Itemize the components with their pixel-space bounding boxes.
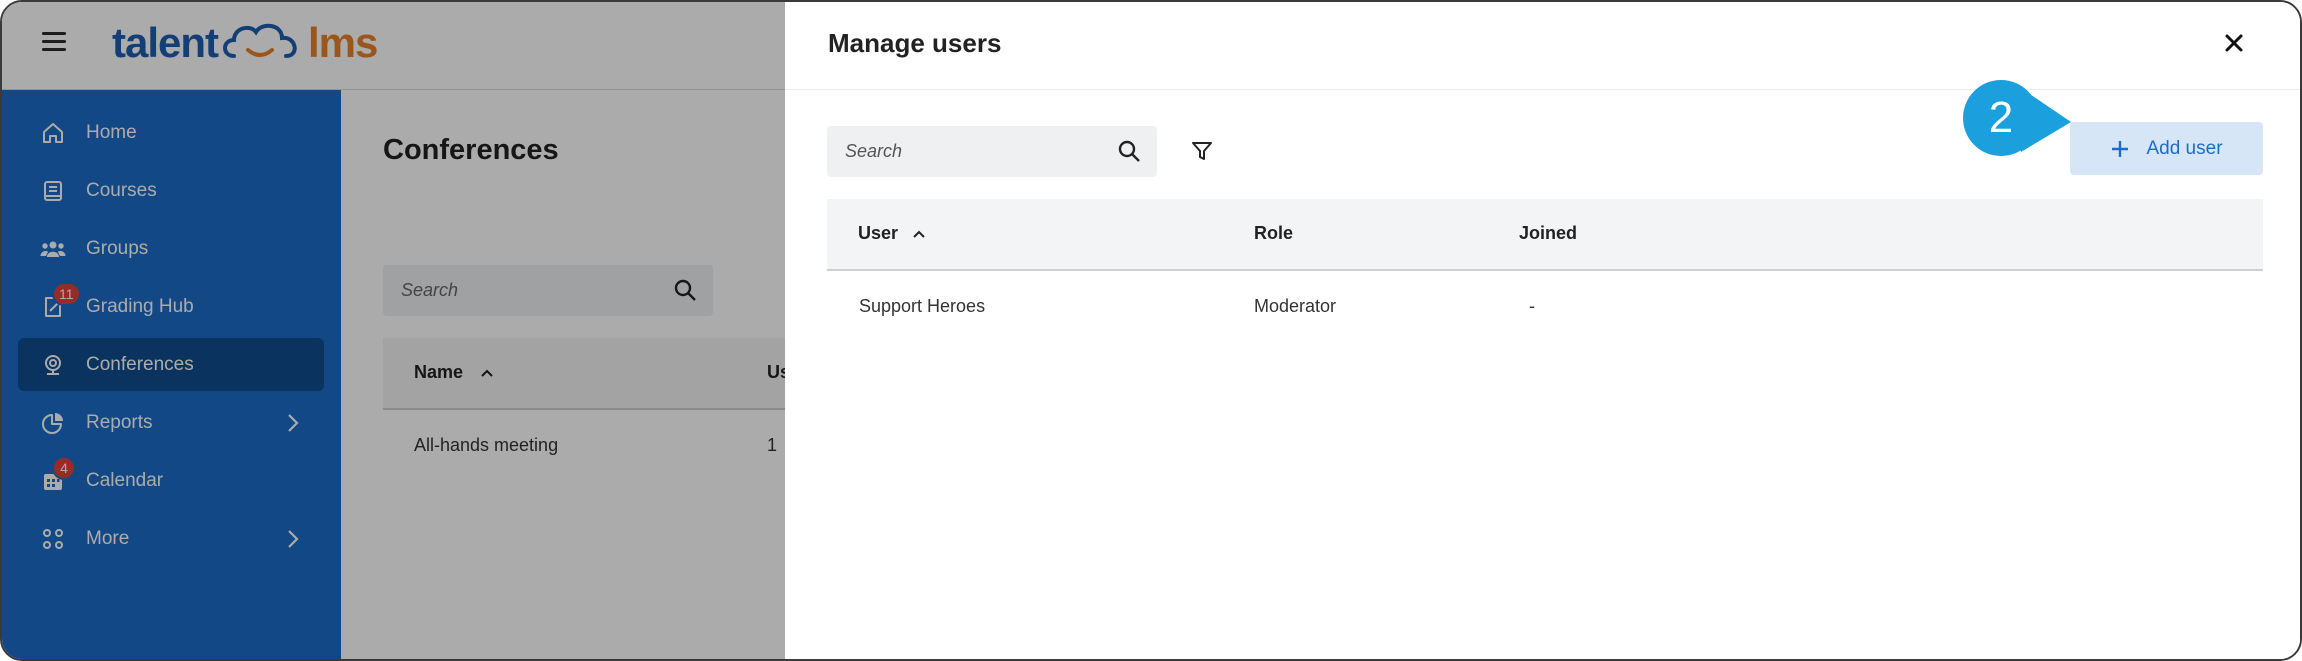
cell-joined: -: [1529, 296, 1535, 316]
close-button[interactable]: [2219, 28, 2249, 58]
column-header-joined[interactable]: Joined: [1519, 223, 1577, 244]
close-icon: [2225, 34, 2243, 52]
plus-icon: [2110, 139, 2130, 159]
step-number: 2: [1988, 93, 2014, 142]
column-header-user[interactable]: User: [858, 223, 926, 244]
user-search-field[interactable]: [827, 126, 1157, 177]
step-indicator: 2: [1963, 80, 2071, 156]
app-window: talent lms Home Courses Groups 11 Gradin…: [0, 0, 2302, 661]
cell-role: Moderator: [1254, 296, 1337, 316]
cell-user: Support Heroes: [859, 296, 986, 316]
filter-icon: [1192, 142, 1212, 160]
panel-header: Manage users: [785, 2, 2300, 90]
users-table-header: User Role Joined: [827, 199, 2263, 271]
add-user-label: Add user: [2146, 137, 2223, 159]
search-input[interactable]: [827, 126, 1107, 177]
column-header-role[interactable]: Role: [1254, 223, 1293, 244]
panel-title: Manage users: [828, 28, 1002, 58]
filter-button[interactable]: [1187, 136, 1217, 166]
sort-ascending-icon: [913, 230, 925, 238]
manage-users-panel: Manage users Add user 2: [785, 2, 2300, 659]
modal-backdrop[interactable]: [2, 2, 785, 659]
search-icon[interactable]: [1117, 139, 1141, 163]
